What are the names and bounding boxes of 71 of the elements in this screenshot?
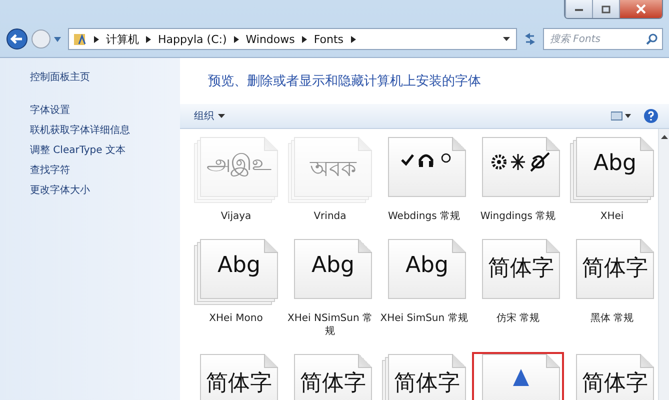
- font-item[interactable]: அஇஉ Vijaya: [190, 135, 282, 225]
- font-item[interactable]: 简体字: [190, 352, 282, 400]
- font-preview: Abg: [218, 253, 260, 278]
- chevron-icon: [146, 36, 151, 42]
- page-fold-icon: [546, 354, 560, 368]
- address-bar[interactable]: 计算机 Happyla (C:) Windows Fonts: [68, 28, 517, 50]
- folder-icon: [73, 32, 87, 46]
- font-item[interactable]: Abg XHei SimSun 常规: [378, 237, 470, 340]
- font-preview: Abg: [594, 151, 636, 176]
- search-icon: [646, 33, 658, 45]
- font-name: 仿宋 常规: [495, 312, 541, 325]
- chevron-icon: [234, 36, 239, 42]
- dropdown-caret-icon[interactable]: [218, 114, 225, 118]
- font-preview: অবক: [310, 156, 356, 184]
- chevron-icon: [350, 36, 356, 42]
- font-preview: Abg: [312, 253, 354, 278]
- sidebar-link[interactable]: 控制面板主页: [30, 70, 180, 84]
- font-item[interactable]: 简体字 仿宋 常规: [472, 237, 564, 340]
- font-preview: 简体字: [206, 370, 272, 398]
- breadcrumb-item[interactable]: 计算机: [106, 32, 139, 46]
- font-name: Vrinda: [312, 210, 348, 223]
- font-preview: அஇஉ: [206, 151, 272, 178]
- font-preview: Abg: [406, 253, 448, 278]
- font-name: XHei SimSun 常规: [380, 312, 468, 325]
- font-name: Wingdings 常规: [479, 210, 557, 223]
- maximize-button[interactable]: [592, 0, 619, 18]
- breadcrumb-item[interactable]: Happyla (C:): [158, 32, 227, 46]
- view-options-icon[interactable]: [611, 111, 631, 121]
- sidebar-link[interactable]: 联机获取字体详细信息: [30, 123, 180, 137]
- dropdown-caret-icon[interactable]: [503, 37, 510, 41]
- font-preview: 简体字: [300, 370, 366, 398]
- sidebar-link[interactable]: 更改字体大小: [30, 183, 180, 197]
- font-item[interactable]: Webdings 常规: [378, 135, 470, 225]
- symbol-preview-drawing: [491, 151, 551, 173]
- font-name: XHei: [599, 210, 625, 223]
- font-name: Vijaya: [220, 210, 252, 223]
- breadcrumb-item[interactable]: Fonts: [314, 32, 344, 46]
- minimize-icon: [574, 6, 584, 12]
- font-preview: 简体字: [582, 255, 648, 283]
- font-name: 黑体 常规: [589, 312, 635, 325]
- font-preview: 简体字: [488, 255, 554, 283]
- organize-menu[interactable]: 组织: [194, 109, 214, 123]
- font-item[interactable]: 简体字: [284, 352, 376, 400]
- maximize-icon: [601, 4, 611, 14]
- font-item[interactable]: 简体字 黑体 常规: [566, 237, 658, 340]
- font-item[interactable]: Abg XHei NSimSun 常规: [284, 237, 376, 340]
- font-item[interactable]: Wingdings 常规: [472, 135, 564, 225]
- font-preview: 简体字: [582, 370, 648, 398]
- font-preview: 简体字: [394, 370, 460, 398]
- help-icon[interactable]: [643, 108, 659, 124]
- font-item[interactable]: Abg XHei Mono: [190, 237, 282, 340]
- chevron-icon: [302, 36, 307, 42]
- minimize-button[interactable]: [565, 0, 592, 18]
- font-name: Webdings 常规: [386, 210, 461, 223]
- breadcrumb-item[interactable]: Windows: [246, 32, 295, 46]
- sidebar-link[interactable]: 查找字符: [30, 163, 180, 177]
- search-field[interactable]: 搜索 Fonts: [543, 28, 663, 50]
- font-item[interactable]: অবক Vrinda: [284, 135, 376, 225]
- font-name: XHei Mono: [208, 312, 264, 325]
- close-button[interactable]: [619, 0, 662, 18]
- sidebar-link[interactable]: 调整 ClearType 文本: [30, 143, 180, 157]
- font-file-icon: [511, 368, 531, 386]
- font-item[interactable]: 简体字: [566, 352, 658, 400]
- page-heading: 预览、删除或者显示和隐藏计算机上安装的字体: [208, 73, 481, 90]
- scrollbar[interactable]: [658, 129, 669, 400]
- close-icon: [636, 4, 646, 14]
- font-name: XHei NSimSun 常规: [286, 312, 374, 338]
- font-item[interactable]: Abg XHei: [566, 135, 658, 225]
- sidebar-link[interactable]: 字体设置: [30, 103, 180, 117]
- chevron-icon: [94, 36, 99, 42]
- scroll-up-icon[interactable]: [660, 135, 668, 139]
